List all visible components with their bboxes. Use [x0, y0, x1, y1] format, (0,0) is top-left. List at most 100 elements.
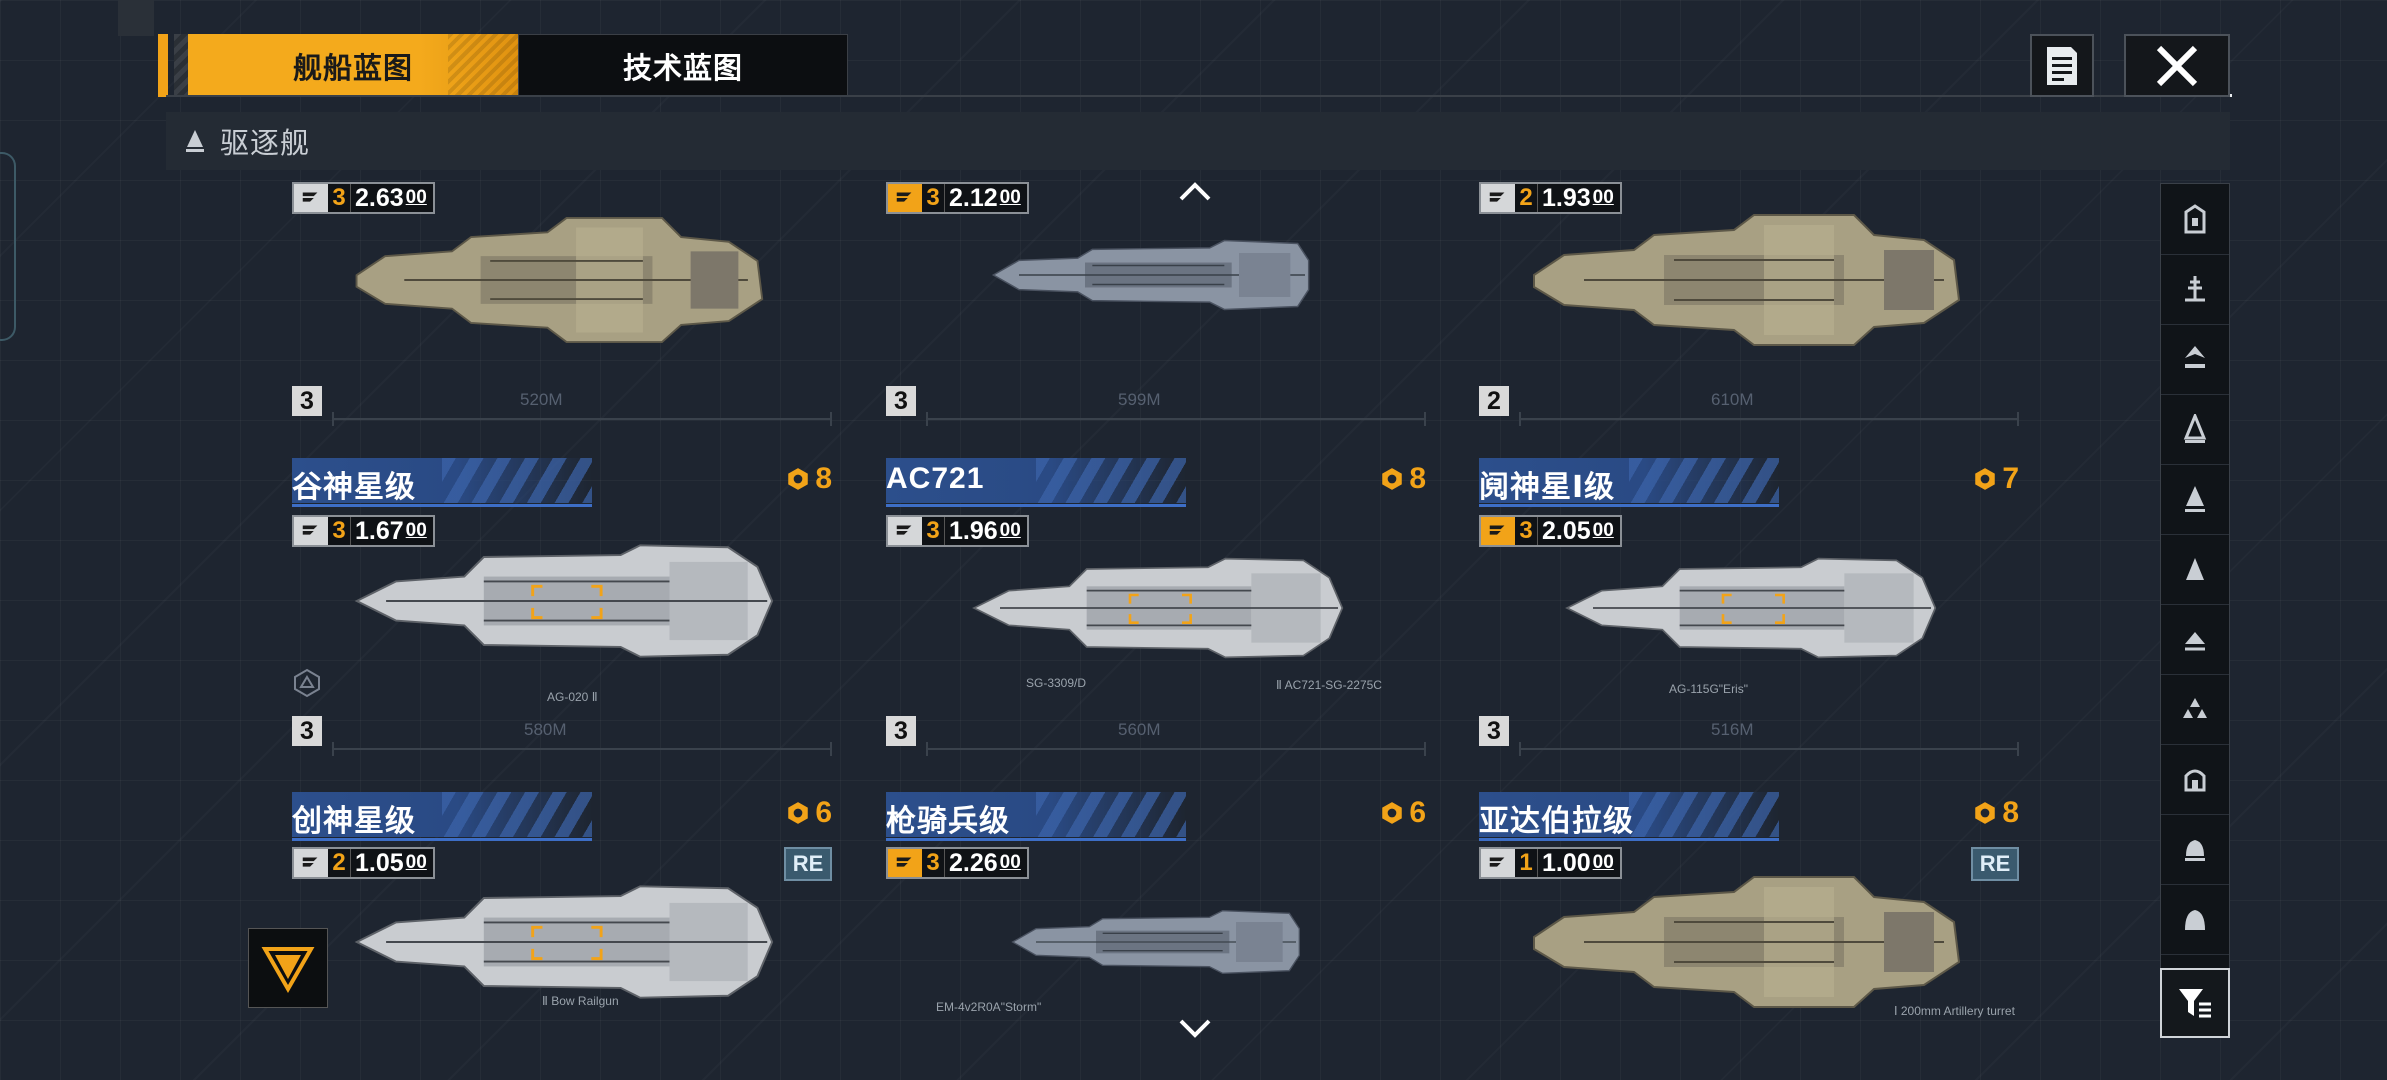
rarity-badge: 6	[785, 796, 832, 830]
stat-number: 1.96	[949, 516, 998, 545]
ship-length: 560M	[1118, 720, 1161, 739]
stat-level: 3	[1515, 517, 1538, 545]
stat-icon	[1481, 184, 1515, 212]
stat-value: 2.12 00	[945, 184, 1027, 212]
filter-fighter[interactable]	[2161, 674, 2229, 745]
ship-stat: 3 2.12 00	[886, 182, 1029, 214]
carrier-icon	[2184, 204, 2206, 234]
badge-value: 6	[815, 796, 832, 829]
ship-length: 520M	[520, 390, 563, 409]
tab-bar: 舰船蓝图 技术蓝图	[158, 34, 848, 97]
ship-length: 599M	[1118, 390, 1161, 409]
ship-card[interactable]: 枪骑兵级 6 3 2.26 00 EM-4v2R0A"Storm"	[886, 792, 1426, 1080]
re-badge: RE	[784, 847, 832, 881]
ship-name: 枪骑兵级	[886, 805, 1010, 838]
category-header[interactable]: 驱逐舰	[166, 112, 2230, 170]
filter-carrier[interactable]	[2161, 184, 2229, 255]
gem-icon	[1972, 466, 1998, 492]
length-ruler	[926, 412, 1426, 426]
ship-name: 亚达伯拉级	[1479, 805, 1634, 838]
weapon-label: Ⅱ Bow Railgun	[542, 994, 619, 1008]
corner-tab	[118, 0, 154, 36]
gem-icon	[785, 466, 811, 492]
filter-button[interactable]	[2160, 968, 2230, 1038]
tab-ship-blueprint[interactable]: 舰船蓝图	[188, 34, 518, 97]
stat-suffix: 00	[999, 852, 1021, 873]
ship-length: 610M	[1711, 390, 1754, 409]
length-ruler	[1519, 742, 2019, 756]
destroyer-icon	[182, 128, 208, 154]
stat-suffix: 00	[999, 520, 1021, 541]
ship-card[interactable]: 谷神星级 8 3 1.67 00 AG-020 Ⅱ 3 580M	[292, 458, 832, 764]
document-icon	[2047, 46, 2077, 85]
aux-ship-icon	[2185, 632, 2205, 651]
station-icon	[2184, 769, 2206, 792]
shuttle-icon	[2185, 840, 2205, 861]
filter-icon	[2179, 989, 2211, 1018]
stat-suffix: 00	[999, 187, 1021, 208]
tab-label: 舰船蓝图	[292, 52, 413, 85]
tier-badge: 3	[292, 716, 322, 746]
badge-value: 8	[1409, 462, 1426, 495]
stat-icon	[888, 517, 922, 545]
stat-icon	[1481, 849, 1515, 877]
scroll-up-arrow[interactable]	[1178, 180, 1212, 202]
badge-value: 7	[2002, 462, 2019, 495]
stat-icon	[1481, 517, 1515, 545]
close-button[interactable]	[2124, 34, 2230, 97]
gem-icon	[1379, 800, 1405, 826]
filter-destroyer[interactable]	[2161, 464, 2229, 535]
ship-length: 516M	[1711, 720, 1754, 739]
ship-image	[941, 543, 1371, 673]
tab-hatch-decor	[174, 34, 188, 97]
filter-corvette[interactable]	[2161, 534, 2229, 605]
badge-value: 8	[815, 462, 832, 495]
ship-image	[1524, 867, 1964, 1017]
stat-suffix: 00	[1592, 520, 1614, 541]
filter-aux-ship[interactable]	[2161, 604, 2229, 675]
stat-icon	[294, 849, 328, 877]
filter-cruiser[interactable]	[2161, 254, 2229, 325]
stat-value: 2.05 00	[1538, 517, 1620, 545]
tab-label: 技术蓝图	[622, 52, 743, 85]
filter-frigate[interactable]	[2161, 394, 2229, 465]
filter-battlecruiser[interactable]	[2161, 324, 2229, 395]
ship-card[interactable]: AC721 8 3 1.96 00 SG-3309/D Ⅱ AC721-SG-22…	[886, 458, 1426, 764]
weapon-label: EM-4v2R0A"Storm"	[936, 1000, 1042, 1014]
fighter-icon	[2183, 698, 2207, 718]
dome-icon	[2185, 910, 2205, 930]
ship-card[interactable]: 2 1.93 00 2 610M	[1479, 180, 2019, 430]
tier-badge: 3	[1479, 716, 1509, 746]
filter-station[interactable]	[2161, 744, 2229, 815]
stat-icon	[294, 517, 328, 545]
destroyer-icon	[2185, 486, 2205, 512]
ship-card[interactable]: 创神星级 6 2 1.05 00 RE Ⅱ Bow Railgun	[292, 792, 832, 1080]
ship-stat: 3 2.26 00	[886, 847, 1029, 879]
stat-icon	[294, 184, 328, 212]
tab-accent-bar	[158, 34, 168, 97]
category-label: 驱逐舰	[220, 128, 311, 160]
ship-image	[347, 200, 767, 360]
fleet-menu-button[interactable]	[248, 928, 328, 1008]
stat-number: 2.26	[949, 848, 998, 877]
tab-tech-blueprint[interactable]: 技术蓝图	[518, 34, 848, 97]
filter-shuttle[interactable]	[2161, 814, 2229, 885]
length-ruler	[332, 412, 832, 426]
gem-icon	[785, 800, 811, 826]
close-icon	[2156, 45, 2198, 86]
document-button[interactable]	[2030, 34, 2094, 97]
header-divider	[166, 94, 2232, 97]
ship-card[interactable]: 3 2.63 00 3 520M	[292, 180, 832, 430]
ship-name: 创神星级	[292, 805, 416, 838]
ship-card[interactable]: 3 2.12 00 3 599M	[886, 180, 1426, 430]
gem-icon	[1379, 466, 1405, 492]
ship-card[interactable]: 阋神星Ⅰ级 7 3 2.05 00 AG-115G"Eris" 3 516M	[1479, 458, 2019, 764]
scroll-down-arrow[interactable]	[1178, 1018, 1212, 1040]
ship-card[interactable]: 亚达伯拉级 8 1 1.00 00 RE Ⅰ 200mm Artillery tu…	[1479, 792, 2019, 1080]
cruiser-icon	[2185, 276, 2205, 302]
filter-dome[interactable]	[2161, 884, 2229, 955]
side-drawer-handle[interactable]	[0, 152, 16, 341]
stat-icon	[888, 849, 922, 877]
gem-icon	[1972, 800, 1998, 826]
battlecruiser-icon	[2185, 346, 2205, 368]
